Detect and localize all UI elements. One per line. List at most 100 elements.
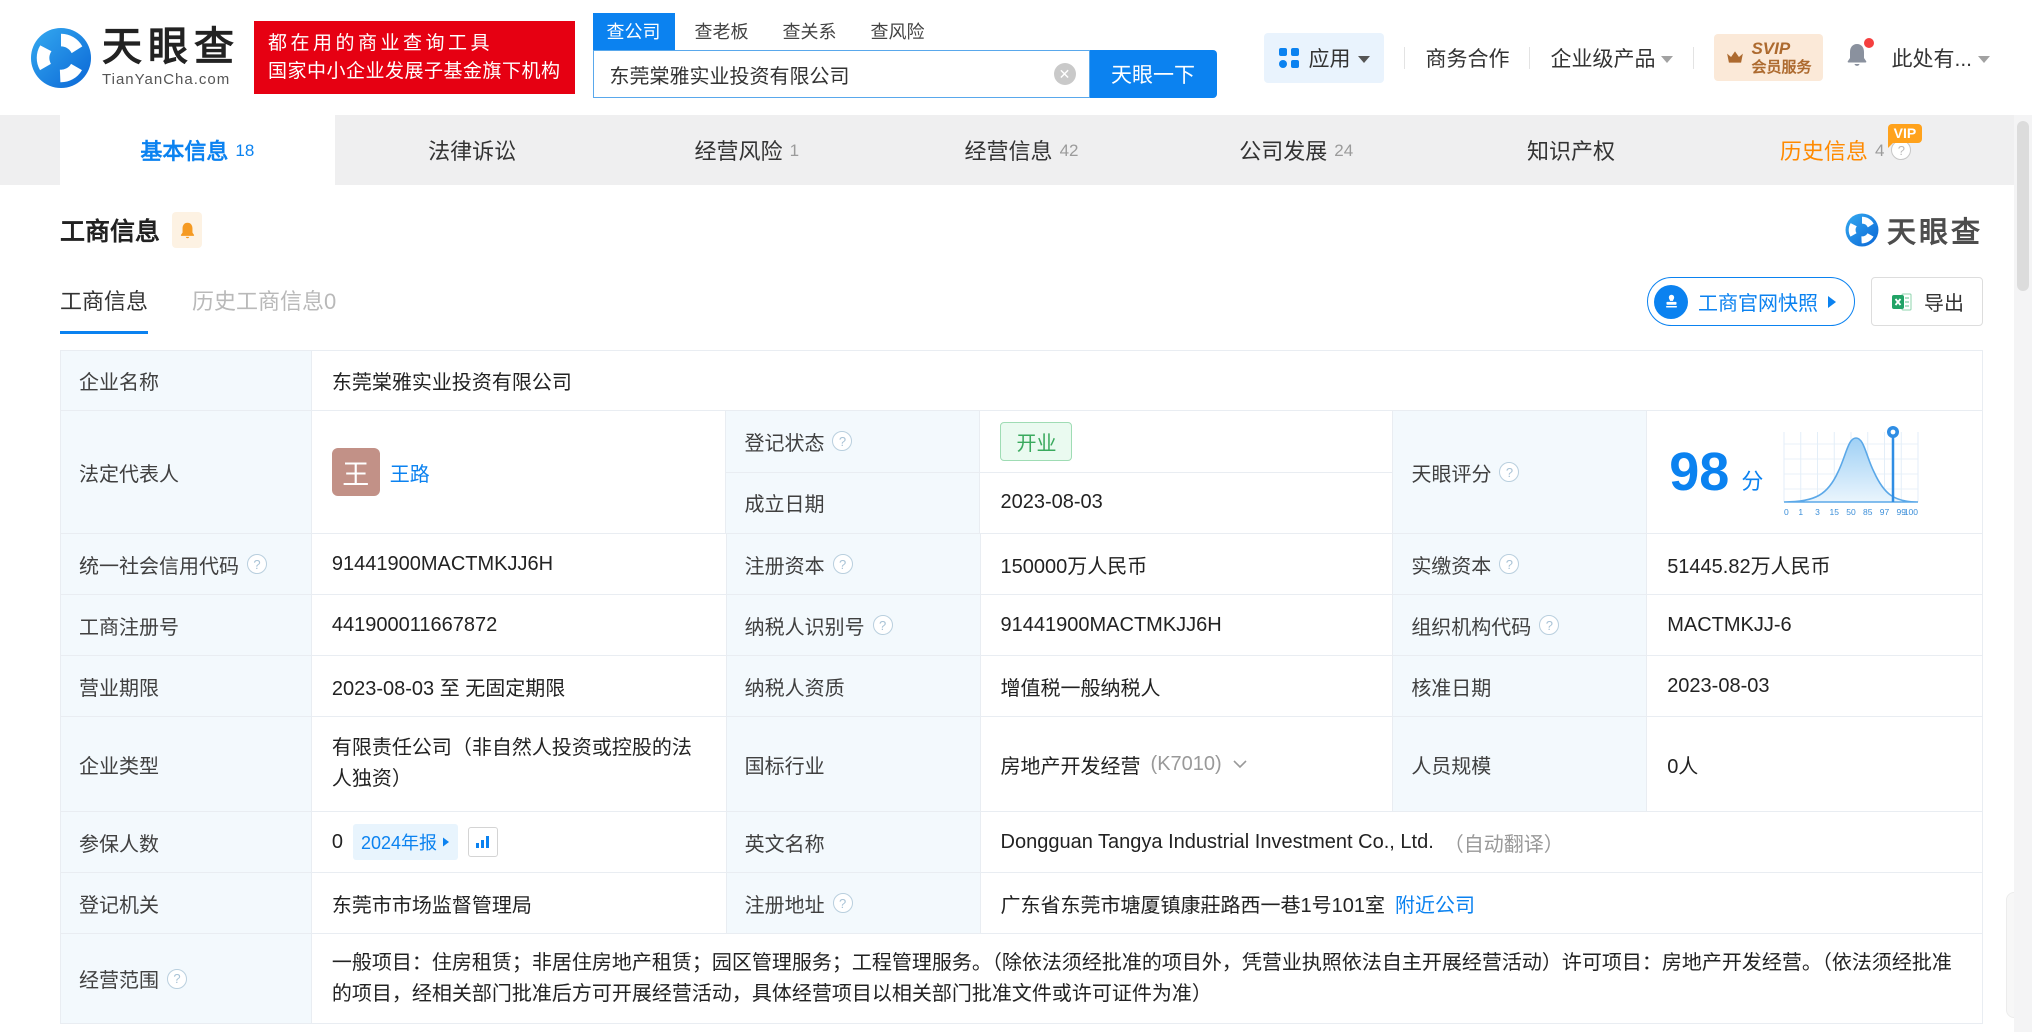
taxpayer-quality-value: 增值税一般纳税人 bbox=[980, 656, 1394, 717]
table-row: 登记机关 东莞市市场监督管理局 注册地址? 广东省东莞市塘厦镇康莊路西一巷1号1… bbox=[61, 873, 1983, 934]
company-name-value: 东莞棠雅实业投资有限公司 bbox=[311, 351, 1983, 411]
bar-chart-icon bbox=[476, 836, 490, 848]
svg-text:3: 3 bbox=[1815, 507, 1820, 517]
business-info-table: 企业名称 东莞棠雅实业投资有限公司 法定代表人 王 王路 登记状态? 开业 成立… bbox=[60, 350, 1984, 1024]
search-block: 查公司 查老板 查关系 查风险 ✕ 天眼一下 bbox=[592, 13, 1217, 98]
divider bbox=[1693, 46, 1695, 69]
search-button[interactable]: 天眼一下 bbox=[1089, 50, 1217, 98]
help-icon[interactable]: ? bbox=[872, 615, 893, 635]
nav-enterprise-products[interactable]: 企业级产品 bbox=[1550, 43, 1674, 73]
tab-legal-litigation[interactable]: 法律诉讼 bbox=[335, 115, 610, 185]
search-tab-company[interactable]: 查公司 bbox=[592, 13, 675, 50]
help-icon[interactable]: ? bbox=[167, 968, 187, 989]
apps-menu-label: 应用 bbox=[1308, 47, 1351, 71]
reg-number-label: 工商注册号 bbox=[61, 595, 312, 656]
table-row: 企业类型 有限责任公司（非自然人投资或控股的法人独资） 国标行业 房地产开发经营… bbox=[61, 717, 1984, 812]
paid-capital-label: 实缴资本? bbox=[1393, 534, 1648, 595]
tianyancha-logo[interactable]: 天眼查 TianYanCha.com bbox=[30, 27, 240, 89]
avatar[interactable]: 王 bbox=[331, 448, 380, 496]
search-tab-relation[interactable]: 查关系 bbox=[769, 13, 851, 50]
table-row: 企业名称 东莞棠雅实业投资有限公司 bbox=[61, 351, 1983, 411]
export-label: 导出 bbox=[1924, 293, 1964, 315]
table-row: 登记状态? 开业 bbox=[726, 411, 1394, 473]
table-row: 营业期限 2023-08-03 至 无固定期限 纳税人资质 增值税一般纳税人 核… bbox=[61, 656, 1984, 717]
scrollbar[interactable] bbox=[2014, 115, 2032, 1032]
establish-date-label: 成立日期 bbox=[726, 472, 981, 534]
tab-label: 知识产权 bbox=[1526, 139, 1615, 164]
monitor-bell-button[interactable] bbox=[172, 212, 203, 248]
tab-basic-info[interactable]: 基本信息 18 bbox=[60, 115, 335, 185]
svip-line2: 会员服务 bbox=[1751, 58, 1812, 76]
tab-operating-risk[interactable]: 经营风险 1 bbox=[609, 115, 884, 185]
score-distribution-chart: 0 1 3 15 50 85 97 99 100 bbox=[1783, 426, 1919, 517]
tab-count: 4 bbox=[1874, 141, 1885, 160]
svip-membership-badge[interactable]: SVIP 会员服务 bbox=[1714, 34, 1824, 81]
chevron-down-icon[interactable] bbox=[1232, 759, 1248, 769]
logo-text: 天眼查 TianYanCha.com bbox=[102, 27, 240, 88]
export-button[interactable]: 导出 bbox=[1871, 277, 1983, 326]
reg-number-value: 441900011667872 bbox=[311, 595, 727, 656]
nav-business-cooperation[interactable]: 商务合作 bbox=[1425, 43, 1509, 73]
snapshot-label: 工商官网快照 bbox=[1698, 293, 1818, 315]
industry-code: (K7010) bbox=[1150, 752, 1222, 775]
search-tab-boss[interactable]: 查老板 bbox=[681, 13, 763, 50]
industry-label: 国标行业 bbox=[726, 717, 981, 812]
tab-count: 1 bbox=[789, 141, 800, 160]
subtab-history-business-info[interactable]: 历史工商信息0 bbox=[192, 284, 336, 334]
user-menu[interactable]: 此处有... bbox=[1891, 43, 1990, 73]
tab-operating-info[interactable]: 经营信息 42 bbox=[884, 115, 1159, 185]
notification-bell[interactable] bbox=[1845, 38, 1875, 73]
watermark-text: 天眼查 bbox=[1886, 217, 1983, 249]
help-icon[interactable]: ? bbox=[832, 431, 853, 452]
tab-label: 经营风险 bbox=[694, 139, 783, 164]
logo-swirl-icon bbox=[30, 27, 92, 89]
logo-swirl-icon bbox=[1845, 213, 1879, 247]
nearby-companies-link[interactable]: 附近公司 bbox=[1395, 889, 1475, 918]
watermark-logo: 天眼查 bbox=[1845, 209, 1983, 251]
svg-text:85: 85 bbox=[1863, 507, 1873, 517]
clear-icon[interactable]: ✕ bbox=[1053, 63, 1076, 85]
help-icon[interactable]: ? bbox=[832, 554, 853, 574]
help-icon[interactable]: ? bbox=[1539, 615, 1560, 635]
help-icon[interactable]: ? bbox=[247, 554, 267, 574]
apps-menu[interactable]: 应用 bbox=[1264, 32, 1385, 83]
tab-intellectual-property[interactable]: 知识产权 bbox=[1434, 115, 1709, 185]
credit-code-value: 91441900MACTMKJJ6H bbox=[311, 534, 727, 595]
annual-report-link[interactable]: 2024年报 bbox=[353, 824, 459, 860]
stamp-icon bbox=[1654, 284, 1688, 319]
help-icon[interactable]: ? bbox=[832, 893, 853, 913]
tab-history-info[interactable]: 历史信息 4 ? VIP bbox=[1708, 115, 1983, 185]
tab-company-development[interactable]: 公司发展 24 bbox=[1159, 115, 1434, 185]
chevron-down-icon bbox=[1978, 55, 1990, 63]
score-value[interactable]: 98 分 0 1 3 15 50 85 97 99 100 bbox=[1647, 411, 1983, 534]
top-header: 天眼查 TianYanCha.com 都在用的商业查询工具 国家中小企业发展子基… bbox=[0, 0, 2032, 115]
vip-badge: VIP bbox=[1887, 124, 1923, 148]
tab-count: 18 bbox=[235, 141, 255, 160]
user-menu-label: 此处有... bbox=[1891, 47, 1972, 71]
search-tab-risk[interactable]: 查风险 bbox=[857, 13, 939, 50]
official-snapshot-button[interactable]: 工商官网快照 bbox=[1647, 277, 1855, 326]
main-content: 工商信息 天眼查 工商信息 历史工商信息0 工商官网快照 导出 企业名称 东莞棠… bbox=[0, 209, 2032, 1024]
english-name-value: Dongguan Tangya Industrial Investment Co… bbox=[980, 812, 1983, 873]
help-icon[interactable]: ? bbox=[1499, 462, 1520, 482]
bell-icon bbox=[179, 221, 196, 240]
trend-chart-button[interactable] bbox=[468, 827, 499, 857]
legal-rep-link[interactable]: 王路 bbox=[390, 458, 430, 487]
search-input[interactable] bbox=[592, 50, 1090, 98]
arrow-right-icon bbox=[1828, 295, 1836, 308]
subtab-business-info[interactable]: 工商信息 bbox=[60, 284, 149, 334]
table-row: 成立日期 2023-08-03 bbox=[726, 472, 1394, 534]
tab-label: 公司发展 bbox=[1239, 139, 1328, 164]
business-term-value: 2023-08-03 至 无固定期限 bbox=[311, 656, 727, 717]
help-icon[interactable]: ? bbox=[1499, 554, 1520, 574]
help-icon[interactable]: ? bbox=[1891, 140, 1912, 160]
scrollbar-thumb[interactable] bbox=[2017, 121, 2029, 291]
status-badge: 开业 bbox=[1000, 421, 1073, 461]
reg-authority-label: 登记机关 bbox=[61, 873, 312, 934]
slogan-banner: 都在用的商业查询工具 国家中小企业发展子基金旗下机构 bbox=[254, 20, 575, 95]
approval-date-label: 核准日期 bbox=[1393, 656, 1648, 717]
company-name-label: 企业名称 bbox=[61, 351, 312, 411]
divider bbox=[1404, 46, 1406, 69]
tab-label: 法律诉讼 bbox=[428, 139, 517, 164]
org-code-label: 组织机构代码? bbox=[1393, 595, 1648, 656]
